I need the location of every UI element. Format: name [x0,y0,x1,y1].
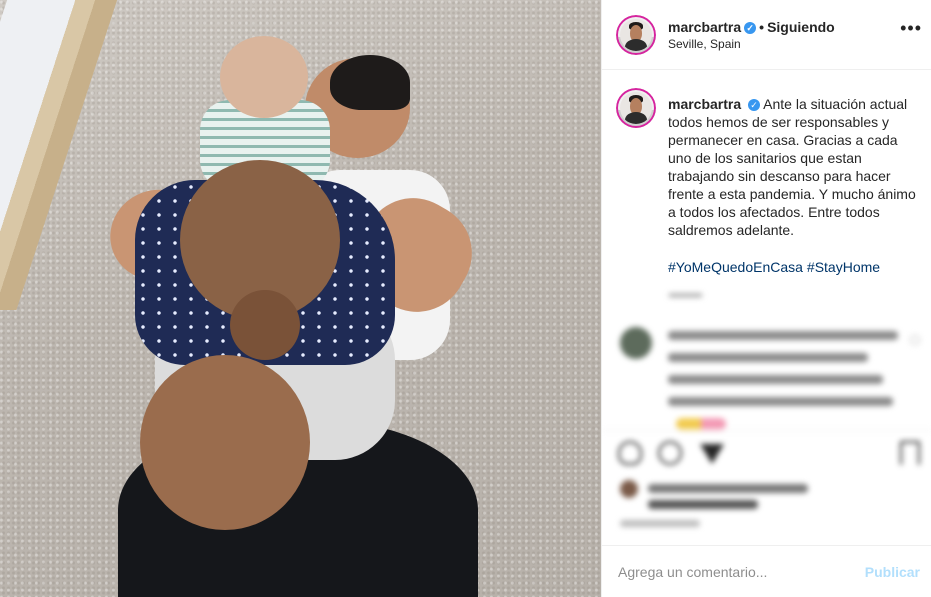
header-user-line: marcbartra ✓ • Siguiendo [668,19,835,35]
man-hair [330,55,410,110]
caption-body: Ante la situación actual todos hemos de … [668,96,916,238]
hashtag-link[interactable]: #YoMeQuedoEnCasa [668,259,803,275]
verified-badge-icon: ✓ [748,99,761,111]
likes-summary-blurred [618,478,918,518]
likes-line [648,484,808,493]
comment-emoji [676,418,726,430]
heart-icon[interactable] [618,441,642,465]
avatar[interactable] [616,15,656,55]
caption-username-link[interactable]: marcbartra [668,96,741,112]
comment-box: Publicar [602,545,931,597]
comment-input[interactable] [618,564,838,580]
post-photo[interactable] [0,0,601,597]
child-hair-second [140,355,310,530]
likes-line [648,500,758,509]
avatar-body [624,39,648,51]
comment-like-icon [910,335,920,345]
post-date-blurred [620,520,700,527]
hashtag-link[interactable]: #StayHome [807,259,880,275]
paper-plane-icon[interactable] [700,444,724,464]
wall-edge [0,0,124,310]
bookmark-icon[interactable] [900,441,920,465]
caption-text: marcbartra ✓ Ante la situación actual to… [668,95,920,239]
post-header: marcbartra ✓ • Siguiendo Seville, Spain ••• [602,0,931,70]
action-bar [602,430,931,474]
comment-bubble-icon[interactable] [658,441,682,465]
post-sidebar: marcbartra ✓ • Siguiendo Seville, Spain •••… [601,0,931,597]
username-link[interactable]: marcbartra [668,19,741,35]
commenter-avatar [620,327,652,359]
separator: • [759,19,765,35]
publish-button[interactable]: Publicar [865,564,920,580]
caption-avatar[interactable] [616,88,656,128]
comment-line [668,375,883,384]
verified-badge-icon: ✓ [744,22,757,34]
more-options-icon[interactable]: ••• [900,19,922,37]
comment-blurred [616,325,922,435]
following-button[interactable]: Siguiendo [767,19,835,35]
hashtags: #YoMeQuedoEnCasa #StayHome [668,258,920,276]
liker-avatar [620,480,638,498]
child-ponytail [230,290,300,360]
location-link[interactable]: Seville, Spain [668,37,741,51]
comment-line [668,331,898,340]
avatar-image [620,19,652,51]
baby-head [220,36,308,118]
caption-timestamp-blurred: ▬▬▬ [669,288,702,300]
avatar-body [624,112,648,124]
comment-line [668,397,893,406]
avatar-image [620,92,652,124]
comment-line [668,353,868,362]
